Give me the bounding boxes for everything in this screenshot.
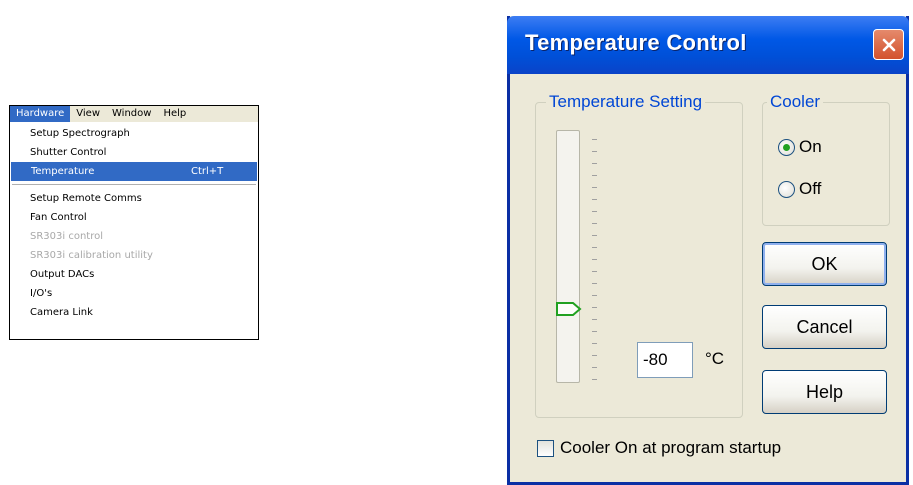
menu-item-label: Temperature [31, 166, 95, 177]
slider-tick [592, 187, 597, 188]
slider-tick [592, 307, 597, 308]
cooler-on-option[interactable]: On [778, 137, 822, 157]
ok-button[interactable]: OK [762, 242, 887, 286]
menu-item-shortcut: Ctrl+T [191, 166, 224, 177]
menu-view[interactable]: View [70, 106, 106, 122]
dialog-title: Temperature Control [525, 30, 747, 55]
menu-bar: Hardware View Window Help [10, 106, 258, 122]
temperature-unit: °C [705, 349, 725, 368]
slider-tick [592, 367, 597, 368]
slider-thumb[interactable] [555, 301, 583, 317]
slider-tick [592, 331, 597, 332]
menu-item-sr303i-control: SR303i control [30, 231, 104, 242]
help-button[interactable]: Help [762, 370, 887, 414]
slider-tick [592, 199, 597, 200]
hardware-menu-screenshot: Hardware View Window Help Setup Spectrog… [9, 105, 259, 340]
radio-on-label: On [799, 137, 822, 156]
menu-item-shutter-control[interactable]: Shutter Control [10, 143, 258, 162]
slider-tick [592, 295, 597, 296]
close-icon [882, 38, 895, 51]
menu-item-camera-link[interactable]: Camera Link [10, 303, 258, 322]
slider-tick [592, 139, 597, 140]
temperature-setting-label: Temperature Setting [546, 92, 706, 112]
radio-off-label: Off [799, 179, 822, 198]
menu-item-temperature[interactable]: Temperature Ctrl+T [11, 162, 257, 181]
menu-separator [12, 184, 256, 185]
menu-window[interactable]: Window [106, 106, 157, 122]
cooler-label: Cooler [767, 92, 824, 112]
slider-tick [592, 151, 597, 152]
slider-tick [592, 247, 597, 248]
menu-item-output-dacs[interactable]: Output DACs [10, 265, 258, 284]
radio-off[interactable] [778, 180, 795, 198]
temperature-slider-track[interactable] [556, 130, 580, 383]
hardware-dropdown: Setup Spectrograph Shutter Control Tempe… [10, 122, 258, 322]
slider-tick [592, 223, 597, 224]
menu-item-fan-control[interactable]: Fan Control [10, 208, 258, 227]
temperature-input[interactable]: -80 [637, 342, 693, 378]
slider-tick [592, 211, 597, 212]
slider-tick [592, 271, 597, 272]
menu-item-io[interactable]: I/O's [10, 284, 258, 303]
cooler-group: Cooler [762, 92, 890, 226]
close-button[interactable] [873, 29, 904, 60]
cooler-off-option[interactable]: Off [778, 179, 821, 199]
cooler-startup-label: Cooler On at program startup [560, 438, 782, 457]
radio-on[interactable] [778, 138, 795, 156]
menu-item-setup-remote-comms[interactable]: Setup Remote Comms [10, 189, 258, 208]
cooler-startup-option[interactable]: Cooler On at program startup [537, 438, 781, 458]
cooler-startup-checkbox[interactable] [537, 439, 554, 457]
cancel-button[interactable]: Cancel [762, 305, 887, 349]
slider-tick [592, 343, 597, 344]
slider-tick [592, 163, 597, 164]
slider-tick [592, 283, 597, 284]
title-bar[interactable]: Temperature Control [507, 16, 909, 74]
slider-tick [592, 235, 597, 236]
menu-help[interactable]: Help [157, 106, 192, 122]
slider-tick [592, 379, 597, 380]
slider-tick [592, 175, 597, 176]
menu-item-setup-spectrograph[interactable]: Setup Spectrograph [10, 124, 258, 143]
menu-hardware[interactable]: Hardware [10, 106, 71, 122]
slider-tick [592, 259, 597, 260]
slider-tick [592, 319, 597, 320]
menu-item-sr303i-calibration: SR303i calibration utility [30, 250, 153, 261]
slider-tick [592, 355, 597, 356]
